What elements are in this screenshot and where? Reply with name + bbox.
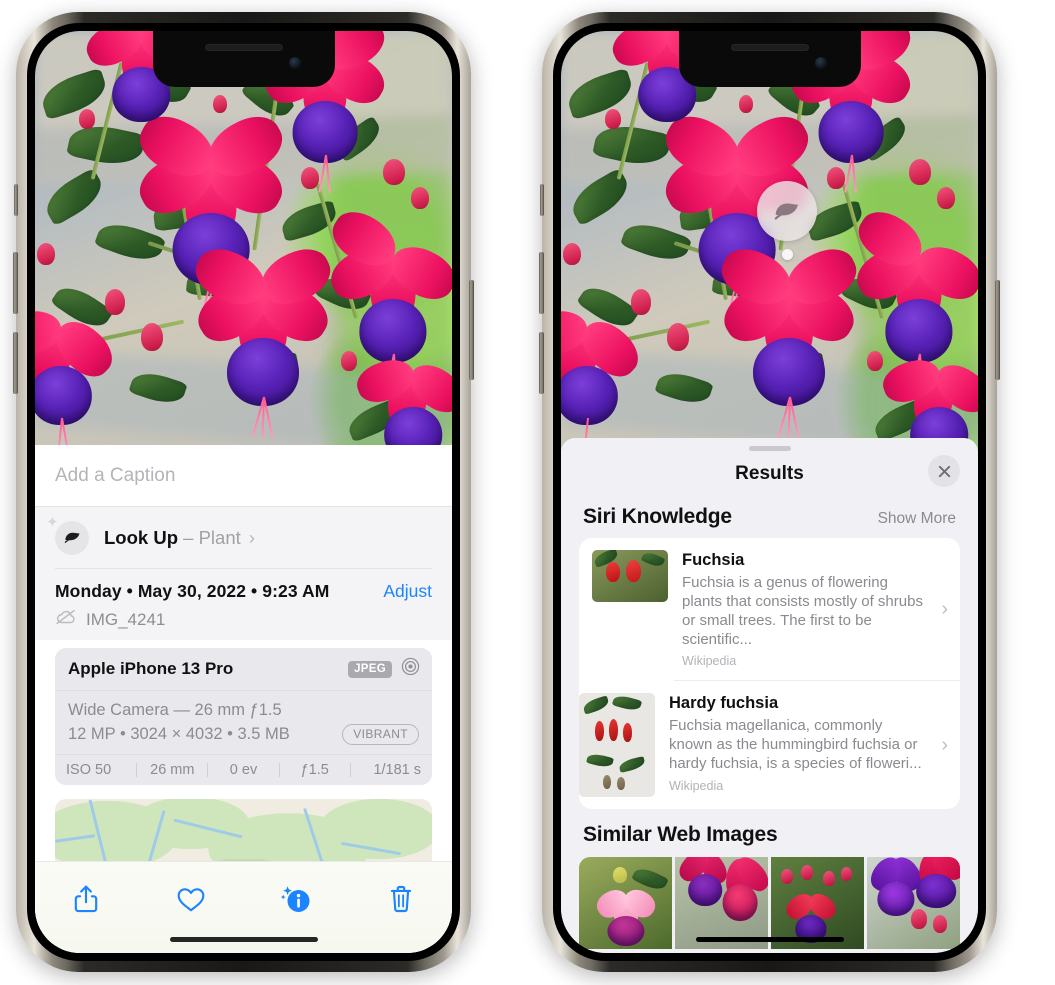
flower-bloom bbox=[35, 306, 121, 455]
siri-knowledge-title: Siri Knowledge bbox=[583, 505, 732, 528]
home-indicator[interactable] bbox=[695, 936, 844, 942]
screen-left: Add a Caption ✦ Look Up – Plant › Monday… bbox=[35, 31, 452, 953]
similar-web-images-header: Similar Web Images bbox=[561, 809, 978, 855]
exif-aperture: ƒ1.5 bbox=[300, 761, 329, 778]
silent-switch[interactable] bbox=[540, 184, 544, 216]
photo-info-sheet: Add a Caption ✦ Look Up – Plant › Monday… bbox=[35, 445, 452, 953]
cloud-slash-icon bbox=[55, 609, 77, 630]
caption-placeholder: Add a Caption bbox=[55, 464, 176, 486]
chevron-right-icon: › bbox=[941, 597, 948, 620]
web-image-thumb[interactable] bbox=[867, 857, 960, 950]
file-row: IMG_4241 bbox=[55, 609, 432, 630]
volume-down-button[interactable] bbox=[13, 332, 18, 394]
camera-body: Wide Camera — 26 mm ƒ1.5 12 MP • 3024 × … bbox=[55, 691, 432, 754]
siri-knowledge-list: Fuchsia Fuchsia is a genus of flowering … bbox=[579, 538, 960, 810]
aperture-icon bbox=[401, 657, 420, 681]
result-description: Fuchsia is a genus of flowering plants t… bbox=[682, 573, 923, 649]
close-button[interactable] bbox=[928, 455, 960, 487]
volume-up-button[interactable] bbox=[13, 252, 18, 314]
look-up-block: ✦ Look Up – Plant › bbox=[35, 507, 452, 569]
chevron-right-icon: › bbox=[248, 526, 256, 548]
capture-date: Monday • May 30, 2022 • 9:23 AM bbox=[55, 581, 330, 601]
siri-knowledge-header: Siri Knowledge Show More bbox=[561, 497, 978, 538]
result-description: Fuchsia magellanica, commonly known as t… bbox=[669, 717, 922, 773]
screen-right: Results Siri Knowledge Show More Fuchsia… bbox=[561, 31, 978, 953]
look-up-dash: – bbox=[183, 526, 194, 548]
home-indicator[interactable] bbox=[169, 936, 318, 942]
camera-header: Apple iPhone 13 Pro JPEG bbox=[55, 648, 432, 691]
list-item[interactable]: Hardy fuchsia Fuchsia magellanica, commo… bbox=[579, 680, 960, 809]
flower-bloom bbox=[561, 306, 647, 455]
adjust-button[interactable]: Adjust bbox=[383, 581, 432, 602]
iphone-right: Results Siri Knowledge Show More Fuchsia… bbox=[539, 12, 1000, 972]
volume-down-button[interactable] bbox=[539, 332, 544, 394]
device-notch bbox=[678, 31, 861, 87]
list-item[interactable]: Fuchsia Fuchsia is a genus of flowering … bbox=[579, 538, 960, 680]
info-button[interactable] bbox=[273, 876, 319, 922]
earpiece-speaker bbox=[730, 44, 809, 51]
iphone-left: Add a Caption ✦ Look Up – Plant › Monday… bbox=[13, 12, 474, 972]
share-button[interactable] bbox=[63, 876, 109, 922]
screenshot-stage: Add a Caption ✦ Look Up – Plant › Monday… bbox=[0, 0, 1055, 985]
camera-info-card[interactable]: Apple iPhone 13 Pro JPEG Wide Camera — 2… bbox=[55, 648, 432, 785]
result-thumbnail bbox=[579, 693, 655, 798]
sparkle-icon: ✦ bbox=[46, 513, 59, 531]
flower-bloom bbox=[187, 239, 339, 440]
date-row: Monday • May 30, 2022 • 9:23 AM Adjust bbox=[55, 581, 432, 602]
show-more-button[interactable]: Show More bbox=[878, 510, 956, 528]
delete-button[interactable] bbox=[378, 876, 424, 922]
look-up-label: Look Up – Plant › bbox=[104, 527, 255, 549]
leaf-icon: ✦ bbox=[46, 515, 89, 555]
look-up-row[interactable]: ✦ Look Up – Plant › bbox=[46, 507, 432, 569]
format-badge: JPEG bbox=[348, 660, 392, 678]
device-bezel: Results Siri Knowledge Show More Fuchsia… bbox=[553, 23, 986, 961]
close-icon bbox=[938, 465, 950, 477]
flower-bloom bbox=[849, 202, 978, 394]
look-up-title: Look Up bbox=[104, 526, 178, 548]
flower-bloom bbox=[323, 202, 452, 394]
lens-info: Wide Camera — 26 mm ƒ1.5 bbox=[68, 701, 282, 719]
favorite-button[interactable] bbox=[168, 876, 214, 922]
result-title: Hardy fuchsia bbox=[669, 694, 779, 713]
volume-up-button[interactable] bbox=[539, 252, 544, 314]
results-sheet: Results Siri Knowledge Show More Fuchsia… bbox=[561, 438, 978, 953]
exif-row: ISO 50 26 mm 0 ev ƒ1.5 1/181 s bbox=[55, 753, 432, 785]
result-source: Wikipedia bbox=[682, 654, 737, 669]
exif-iso: ISO 50 bbox=[66, 761, 112, 778]
device-bezel: Add a Caption ✦ Look Up – Plant › Monday… bbox=[27, 23, 460, 961]
exif-focal: 26 mm bbox=[150, 761, 195, 778]
look-up-subject: Plant bbox=[198, 526, 241, 548]
badge-anchor-dot bbox=[781, 249, 793, 260]
chevron-right-icon: › bbox=[941, 733, 948, 756]
leaf-icon bbox=[774, 203, 799, 220]
flower-bloom bbox=[713, 239, 865, 440]
exif-shutter: 1/181 s bbox=[373, 761, 422, 778]
camera-model: Apple iPhone 13 Pro bbox=[68, 659, 234, 678]
front-camera bbox=[814, 57, 827, 69]
visual-look-up-badge[interactable] bbox=[757, 181, 817, 260]
result-thumbnail bbox=[592, 550, 668, 602]
result-title: Fuchsia bbox=[682, 551, 745, 569]
exif-exposure: 0 ev bbox=[229, 761, 258, 778]
photographic-style-badge: VIBRANT bbox=[342, 723, 419, 745]
image-meta: 12 MP • 3024 × 4032 • 3.5 MB bbox=[68, 724, 290, 743]
device-notch bbox=[152, 31, 335, 87]
power-button[interactable] bbox=[469, 280, 474, 380]
silent-switch[interactable] bbox=[14, 184, 18, 216]
web-image-thumb[interactable] bbox=[579, 857, 672, 950]
front-camera bbox=[288, 57, 301, 69]
result-source: Wikipedia bbox=[669, 778, 724, 793]
earpiece-speaker bbox=[204, 44, 283, 51]
results-header: Results bbox=[561, 451, 978, 497]
similar-web-images-title: Similar Web Images bbox=[583, 823, 778, 847]
power-button[interactable] bbox=[995, 280, 1000, 380]
file-name: IMG_4241 bbox=[86, 609, 166, 629]
metadata-block: Monday • May 30, 2022 • 9:23 AM Adjust I… bbox=[35, 569, 452, 640]
caption-field[interactable]: Add a Caption bbox=[35, 445, 452, 507]
results-title: Results bbox=[735, 463, 804, 484]
